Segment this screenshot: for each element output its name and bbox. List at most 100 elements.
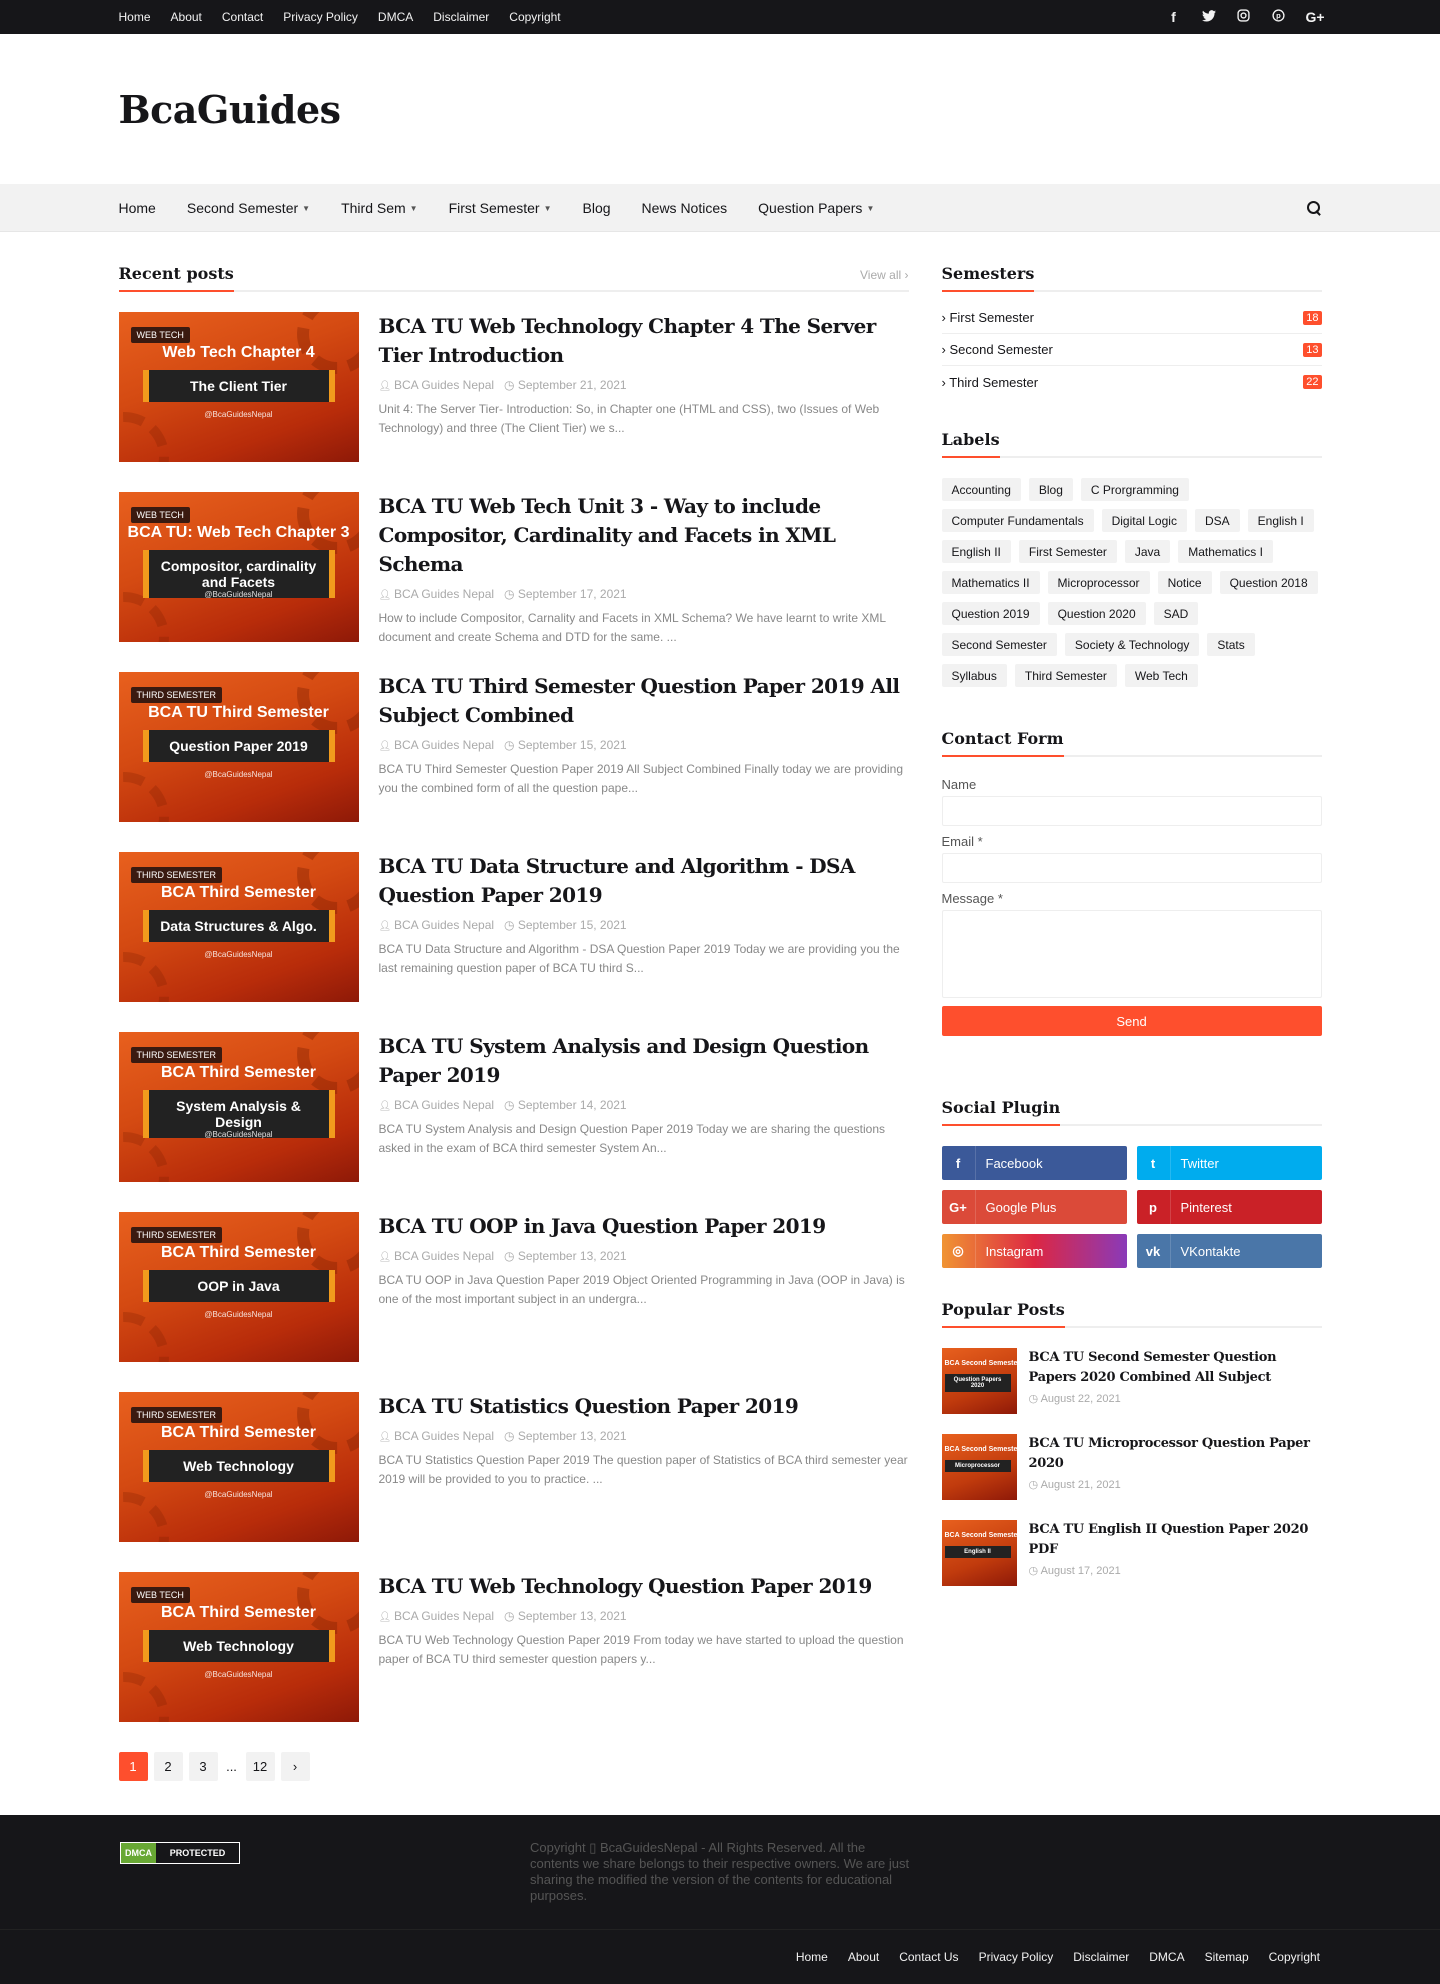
nav-item[interactable]: First Semester ▼ bbox=[449, 200, 552, 216]
semester-item[interactable]: › Second Semester 13 bbox=[941, 334, 1322, 366]
label-tag[interactable]: Question 2019 bbox=[941, 602, 1040, 625]
pinterest-icon[interactable]: p bbox=[1271, 9, 1287, 25]
email-field[interactable] bbox=[941, 853, 1322, 883]
footer-link[interactable]: About bbox=[848, 1950, 879, 1964]
label-tag[interactable]: First Semester bbox=[1018, 540, 1117, 563]
social-button-google-plus[interactable]: G+ Google Plus bbox=[941, 1190, 1127, 1224]
top-link-contact[interactable]: Contact bbox=[222, 10, 263, 24]
semester-item[interactable]: › First Semester 18 bbox=[941, 302, 1322, 334]
label-tag[interactable]: Question 2020 bbox=[1047, 602, 1146, 625]
top-link-privacy[interactable]: Privacy Policy bbox=[283, 10, 358, 24]
page-button[interactable]: 2 bbox=[153, 1752, 183, 1781]
post-tag-badge[interactable]: THIRD SEMESTER bbox=[130, 867, 223, 883]
top-link-home[interactable]: Home bbox=[119, 10, 151, 24]
post-author[interactable]: 👤︎ BCA Guides Nepal bbox=[379, 738, 495, 752]
label-tag[interactable]: Stats bbox=[1207, 633, 1255, 656]
page-button[interactable]: 3 bbox=[188, 1752, 218, 1781]
send-button[interactable]: Send bbox=[941, 1006, 1322, 1036]
popular-post-thumbnail[interactable]: BCA Second Semester English II bbox=[941, 1520, 1017, 1586]
label-tag[interactable]: Digital Logic bbox=[1101, 509, 1187, 532]
next-page-button[interactable]: › bbox=[280, 1752, 310, 1781]
social-button-pinterest[interactable]: p Pinterest bbox=[1136, 1190, 1322, 1224]
facebook-icon[interactable]: f bbox=[1166, 9, 1182, 25]
view-all-link[interactable]: View all › bbox=[860, 268, 908, 290]
social-button-twitter[interactable]: t Twitter bbox=[1136, 1146, 1322, 1180]
top-link-about[interactable]: About bbox=[171, 10, 202, 24]
popular-post-title[interactable]: BCA TU Second Semester Question Papers 2… bbox=[1029, 1348, 1322, 1388]
label-tag[interactable]: Mathematics I bbox=[1178, 540, 1273, 563]
label-tag[interactable]: SAD bbox=[1153, 602, 1199, 625]
post-tag-badge[interactable]: WEB TECH bbox=[130, 1587, 190, 1603]
page-button[interactable]: 12 bbox=[245, 1752, 275, 1781]
post-author[interactable]: 👤︎ BCA Guides Nepal bbox=[379, 1609, 495, 1623]
post-author[interactable]: 👤︎ BCA Guides Nepal bbox=[379, 1429, 495, 1443]
label-tag[interactable]: C Prorgramming bbox=[1080, 478, 1189, 501]
google-plus-icon[interactable]: G+ bbox=[1306, 9, 1325, 25]
footer-link[interactable]: DMCA bbox=[1149, 1950, 1184, 1964]
nav-item[interactable]: Blog bbox=[583, 200, 611, 216]
search-icon[interactable] bbox=[1306, 200, 1322, 216]
post-author[interactable]: 👤︎ BCA Guides Nepal bbox=[379, 378, 495, 392]
top-link-copyright[interactable]: Copyright bbox=[509, 10, 560, 24]
label-tag[interactable]: Question 2018 bbox=[1219, 571, 1318, 594]
footer-link[interactable]: Home bbox=[796, 1950, 828, 1964]
social-button-vkontakte[interactable]: vk VKontakte bbox=[1136, 1234, 1322, 1268]
footer-link[interactable]: Disclaimer bbox=[1073, 1950, 1129, 1964]
name-field[interactable] bbox=[941, 796, 1322, 826]
instagram-icon[interactable] bbox=[1236, 9, 1252, 25]
post-title[interactable]: BCA TU Web Technology Question Paper 201… bbox=[379, 1572, 909, 1601]
label-tag[interactable]: Java bbox=[1124, 540, 1171, 563]
nav-item[interactable]: News Notices bbox=[642, 200, 728, 216]
label-tag[interactable]: Second Semester bbox=[941, 633, 1057, 656]
label-tag[interactable]: Third Semester bbox=[1014, 664, 1117, 687]
post-thumbnail[interactable]: WEB TECH BCA Third Semester Web Technology… bbox=[118, 1572, 359, 1722]
message-field[interactable] bbox=[941, 910, 1322, 998]
label-tag[interactable]: Blog bbox=[1028, 478, 1073, 501]
popular-post-thumbnail[interactable]: BCA Second Semester Microprocessor bbox=[941, 1434, 1017, 1500]
label-tag[interactable]: Mathematics II bbox=[941, 571, 1040, 594]
nav-item[interactable]: Second Semester ▼ bbox=[187, 200, 310, 216]
post-thumbnail[interactable]: WEB TECH BCA TU: Web Tech Chapter 3 Compos… bbox=[118, 492, 359, 642]
label-tag[interactable]: DSA bbox=[1194, 509, 1240, 532]
popular-post-title[interactable]: BCA TU Microprocessor Question Paper 202… bbox=[1029, 1434, 1322, 1474]
post-title[interactable]: BCA TU Statistics Question Paper 2019 bbox=[379, 1392, 909, 1421]
page-button[interactable]: 1 bbox=[118, 1752, 148, 1781]
label-tag[interactable]: Web Tech bbox=[1124, 664, 1198, 687]
post-author[interactable]: 👤︎ BCA Guides Nepal bbox=[379, 918, 495, 932]
label-tag[interactable]: English II bbox=[941, 540, 1011, 563]
semester-item[interactable]: › Third Semester 22 bbox=[942, 366, 1322, 398]
post-tag-badge[interactable]: THIRD SEMESTER bbox=[130, 1227, 223, 1243]
post-title[interactable]: BCA TU Web Tech Unit 3 - Way to include … bbox=[379, 492, 909, 579]
nav-item[interactable]: Home bbox=[119, 200, 156, 216]
post-title[interactable]: BCA TU System Analysis and Design Questi… bbox=[379, 1032, 909, 1090]
post-title[interactable]: BCA TU Data Structure and Algorithm - DS… bbox=[379, 852, 909, 910]
site-logo[interactable]: BcaGuides bbox=[119, 87, 342, 132]
footer-link[interactable]: Sitemap bbox=[1205, 1950, 1249, 1964]
popular-post-title[interactable]: BCA TU English II Question Paper 2020 PD… bbox=[1029, 1520, 1322, 1560]
top-link-dmca[interactable]: DMCA bbox=[378, 10, 413, 24]
label-tag[interactable]: Notice bbox=[1157, 571, 1212, 594]
social-button-facebook[interactable]: f Facebook bbox=[941, 1146, 1127, 1180]
post-tag-badge[interactable]: THIRD SEMESTER bbox=[130, 1047, 223, 1063]
nav-item[interactable]: Third Sem ▼ bbox=[341, 200, 418, 216]
post-thumbnail[interactable]: THIRD SEMESTER BCA Third Semester Web Tech… bbox=[118, 1392, 359, 1542]
footer-link[interactable]: Privacy Policy bbox=[979, 1950, 1054, 1964]
post-tag-badge[interactable]: THIRD SEMESTER bbox=[130, 1407, 223, 1423]
post-tag-badge[interactable]: WEB TECH bbox=[130, 507, 190, 523]
label-tag[interactable]: Society & Technology bbox=[1064, 633, 1200, 656]
post-thumbnail[interactable]: THIRD SEMESTER BCA Third Semester System A… bbox=[118, 1032, 359, 1182]
post-title[interactable]: BCA TU Web Technology Chapter 4 The Serv… bbox=[379, 312, 909, 370]
post-thumbnail[interactable]: WEB TECH Web Tech Chapter 4 The Client Tie… bbox=[118, 312, 359, 462]
dmca-badge[interactable]: DMCA PROTECTED bbox=[120, 1842, 240, 1864]
post-tag-badge[interactable]: WEB TECH bbox=[130, 327, 190, 343]
post-title[interactable]: BCA TU OOP in Java Question Paper 2019 bbox=[379, 1212, 909, 1241]
label-tag[interactable]: Accounting bbox=[941, 478, 1021, 501]
post-thumbnail[interactable]: THIRD SEMESTER BCA Third Semester Data Str… bbox=[118, 852, 359, 1002]
label-tag[interactable]: Syllabus bbox=[941, 664, 1007, 687]
post-thumbnail[interactable]: THIRD SEMESTER BCA Third Semester OOP in J… bbox=[118, 1212, 359, 1362]
social-button-instagram[interactable]: ◎ Instagram bbox=[941, 1234, 1127, 1268]
footer-link[interactable]: Contact Us bbox=[899, 1950, 958, 1964]
post-thumbnail[interactable]: THIRD SEMESTER BCA TU Third Semester Quest… bbox=[118, 672, 359, 822]
nav-item[interactable]: Question Papers ▼ bbox=[758, 200, 874, 216]
footer-link[interactable]: Copyright bbox=[1269, 1950, 1320, 1964]
